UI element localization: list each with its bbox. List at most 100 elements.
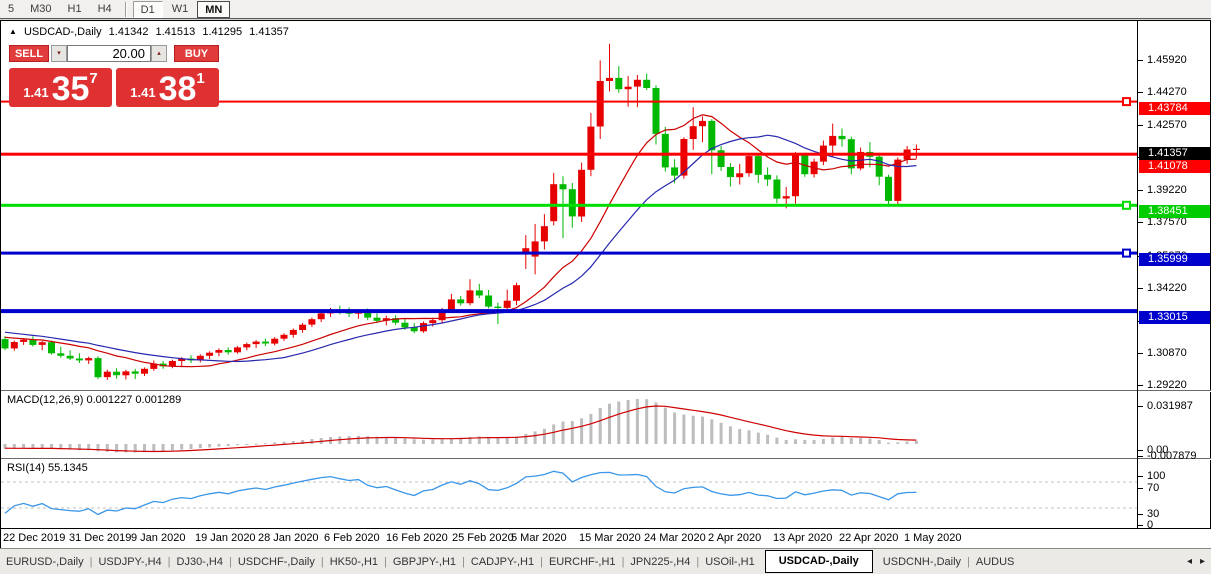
price-tick-label: 1.30870 bbox=[1147, 347, 1187, 359]
sell-price-button[interactable]: 1.41 35 7 bbox=[9, 68, 112, 107]
axis-tick-mark bbox=[1138, 450, 1143, 451]
sell-price-pip: 7 bbox=[89, 70, 97, 87]
timeframe-button-h1[interactable]: H1 bbox=[61, 1, 89, 18]
volume-increase-button[interactable]: ▴ bbox=[151, 45, 167, 62]
timeframe-toolbar: 5M30H1H4 D1W1MN bbox=[0, 0, 1211, 19]
date-axis: 22 Dec 201931 Dec 20199 Jan 202019 Jan 2… bbox=[1, 529, 1211, 548]
timeframe-button-w1[interactable]: W1 bbox=[165, 1, 196, 18]
price-tick-label: 1.45920 bbox=[1147, 54, 1187, 66]
axis-tick-mark bbox=[1138, 514, 1143, 515]
date-label: 31 Dec 2019 bbox=[69, 532, 131, 544]
date-label: 22 Apr 2020 bbox=[839, 532, 898, 544]
sell-price-big: 35 bbox=[52, 74, 90, 104]
price-tick-label: 1.39220 bbox=[1147, 184, 1187, 196]
rsi-tick-label: 100 bbox=[1147, 470, 1165, 482]
sell-price-prefix: 1.41 bbox=[23, 85, 48, 100]
tab-usoil-h1[interactable]: USOil-,H1 bbox=[699, 550, 761, 574]
buy-price-pip: 1 bbox=[196, 70, 204, 87]
price-level-badge: 1.38451 bbox=[1139, 205, 1210, 218]
tab-usdcad-daily[interactable]: USDCAD-,Daily bbox=[765, 550, 873, 573]
chart-symbol-label: USDCAD-,Daily bbox=[24, 26, 102, 38]
timeframe-button-h4[interactable]: H4 bbox=[91, 1, 119, 18]
rsi-tick-label: 70 bbox=[1147, 482, 1159, 494]
axis-tick-mark bbox=[1138, 353, 1143, 354]
rsi-pane-separator[interactable] bbox=[1, 458, 1211, 460]
volume-decrease-button[interactable]: ▾ bbox=[51, 45, 67, 62]
ohlc-open: 1.41342 bbox=[109, 26, 149, 38]
date-label: 5 Mar 2020 bbox=[511, 532, 567, 544]
tab-dj30-h4[interactable]: DJ30-,H4 bbox=[171, 550, 229, 574]
tab-usdcnh-daily[interactable]: USDCNH-,Daily bbox=[877, 550, 967, 574]
macd-indicator-label: MACD(12,26,9) 0.001227 0.001289 bbox=[7, 394, 181, 406]
price-level-badge: 1.41357 bbox=[1139, 147, 1210, 160]
sell-button[interactable]: SELL bbox=[9, 45, 49, 62]
date-label: 28 Jan 2020 bbox=[258, 532, 319, 544]
date-label: 9 Jan 2020 bbox=[131, 532, 185, 544]
timeframe-button-m30[interactable]: M30 bbox=[23, 1, 58, 18]
ohlc-high: 1.41513 bbox=[156, 26, 196, 38]
macd-tick-label: -0.007879 bbox=[1147, 450, 1197, 462]
tab-jpn225-h4[interactable]: JPN225-,H4 bbox=[624, 550, 696, 574]
price-tick-label: 1.42570 bbox=[1147, 119, 1187, 131]
price-level-badge: 1.43784 bbox=[1139, 102, 1210, 115]
axis-tick-mark bbox=[1138, 406, 1143, 407]
axis-tick-mark bbox=[1138, 125, 1143, 126]
price-level-badge: 1.41078 bbox=[1139, 160, 1210, 173]
tab-audus[interactable]: AUDUS bbox=[970, 550, 1021, 574]
price-tick-label: 1.44270 bbox=[1147, 86, 1187, 98]
timeframe-button-5[interactable]: 5 bbox=[1, 1, 21, 18]
one-click-trade-panel: SELL ▾ ▴ BUY 1.41 35 7 1.41 38 1 bbox=[9, 45, 219, 129]
macd-pane-separator[interactable] bbox=[1, 390, 1211, 392]
price-tick-label: 1.29220 bbox=[1147, 379, 1187, 391]
tabs-scroll-right-icon[interactable]: ▸ bbox=[1200, 556, 1205, 567]
date-label: 6 Feb 2020 bbox=[324, 532, 380, 544]
buy-price-big: 38 bbox=[159, 74, 197, 104]
chart-window: ▲ USDCAD-,Daily 1.41342 1.41513 1.41295 … bbox=[0, 20, 1211, 548]
price-axis-line bbox=[1137, 21, 1138, 528]
price-tick-label: 1.34220 bbox=[1147, 282, 1187, 294]
rsi-pane[interactable] bbox=[1, 460, 1138, 528]
toolbar-separator bbox=[125, 2, 127, 17]
date-label: 13 Apr 2020 bbox=[773, 532, 832, 544]
date-label: 2 Apr 2020 bbox=[708, 532, 761, 544]
tab-cadjpy-h1[interactable]: CADJPY-,H1 bbox=[465, 550, 540, 574]
price-level-badge: 1.35999 bbox=[1139, 253, 1210, 266]
tab-eurusd-daily[interactable]: EURUSD-,Daily bbox=[0, 550, 90, 574]
timeframe-button-d1[interactable]: D1 bbox=[133, 1, 163, 18]
axis-tick-mark bbox=[1138, 476, 1143, 477]
date-label: 15 Mar 2020 bbox=[579, 532, 641, 544]
axis-tick-mark bbox=[1138, 288, 1143, 289]
timeframe-button-mn[interactable]: MN bbox=[197, 1, 230, 18]
ohlc-close: 1.41357 bbox=[249, 26, 289, 38]
date-label: 24 Mar 2020 bbox=[644, 532, 706, 544]
tab-eurchf-h1[interactable]: EURCHF-,H1 bbox=[543, 550, 622, 574]
tab-usdchf-daily[interactable]: USDCHF-,Daily bbox=[232, 550, 321, 574]
axis-tick-mark bbox=[1138, 488, 1143, 489]
mt4-window: 5M30H1H4 D1W1MN ▲ USDCAD-,Daily 1.41342 1… bbox=[0, 0, 1211, 574]
buy-price-prefix: 1.41 bbox=[130, 85, 155, 100]
axis-tick-mark bbox=[1138, 222, 1143, 223]
axis-tick-mark bbox=[1138, 385, 1143, 386]
price-level-badge: 1.33015 bbox=[1139, 311, 1210, 324]
axis-tick-mark bbox=[1138, 190, 1143, 191]
axis-tick-mark bbox=[1138, 456, 1143, 457]
price-tick-label: 1.37570 bbox=[1147, 216, 1187, 228]
macd-tick-label: 0.031987 bbox=[1147, 400, 1193, 412]
date-label: 16 Feb 2020 bbox=[386, 532, 448, 544]
symbol-tab-bar: EURUSD-,Daily|USDJPY-,H4|DJ30-,H4|USDCHF… bbox=[0, 548, 1211, 574]
buy-button[interactable]: BUY bbox=[174, 45, 219, 62]
axis-tick-mark bbox=[1138, 60, 1143, 61]
collapse-arrow-icon[interactable]: ▲ bbox=[9, 27, 17, 36]
volume-input[interactable] bbox=[67, 45, 151, 62]
tab-hk50-h1[interactable]: HK50-,H1 bbox=[324, 550, 384, 574]
date-label: 1 May 2020 bbox=[904, 532, 961, 544]
axis-tick-mark bbox=[1138, 525, 1143, 526]
tab-usdjpy-h4[interactable]: USDJPY-,H4 bbox=[92, 550, 167, 574]
tabs-scroll-left-icon[interactable]: ◂ bbox=[1187, 556, 1192, 567]
buy-price-button[interactable]: 1.41 38 1 bbox=[116, 68, 219, 107]
date-label: 19 Jan 2020 bbox=[195, 532, 256, 544]
rsi-indicator-label: RSI(14) 55.1345 bbox=[7, 462, 88, 474]
tab-gbpjpy-h1[interactable]: GBPJPY-,H1 bbox=[387, 550, 462, 574]
date-label: 25 Feb 2020 bbox=[452, 532, 514, 544]
ohlc-low: 1.41295 bbox=[202, 26, 242, 38]
